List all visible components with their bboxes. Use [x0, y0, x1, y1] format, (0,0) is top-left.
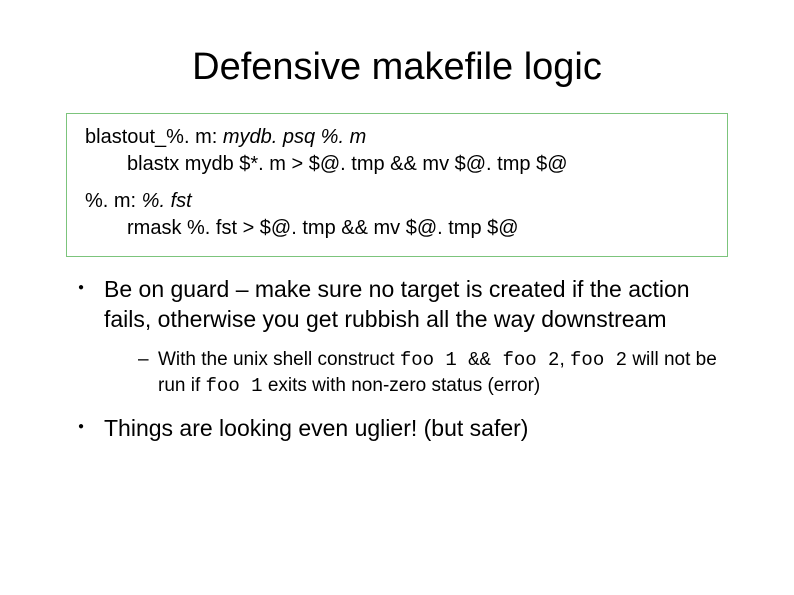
rule2-cmd-a: rmask %. fst: [127, 217, 237, 239]
outer-list: Be on guard – make sure no target is cre…: [78, 275, 734, 444]
rule1-cmd-b: > $@. tmp && mv $@. tmp $@: [286, 153, 568, 175]
sub-code-2: foo 2: [570, 349, 627, 371]
sub-bullet-1: With the unix shell construct foo 1 && f…: [138, 347, 734, 400]
rule2-cmd-b: > $@. tmp && mv $@. tmp $@: [237, 217, 519, 239]
sub-pre: With the unix shell construct: [158, 349, 400, 370]
sub-code-1: foo 1 && foo 2: [400, 349, 560, 371]
sub-mid1: ,: [559, 349, 570, 370]
bullet-content: Be on guard – make sure no target is cre…: [78, 275, 734, 444]
slide-title: Defensive makefile logic: [0, 0, 794, 103]
spacer: [85, 178, 713, 188]
rule-1-command: blastx mydb $*. m > $@. tmp && mv $@. tm…: [85, 151, 713, 178]
rule-2-target: %. m: %. fst: [85, 188, 713, 215]
rule1-prereqs: mydb. psq %. m: [217, 126, 366, 148]
rule1-target-name: blastout_%. m:: [85, 126, 217, 148]
sub-post: exits with non-zero status (error): [263, 375, 541, 396]
bullet-2-text: Things are looking even uglier! (but saf…: [104, 415, 528, 441]
bullet-1: Be on guard – make sure no target is cre…: [78, 275, 734, 400]
rule2-prereqs: %. fst: [136, 190, 192, 212]
makefile-code-box: blastout_%. m: mydb. psq %. m blastx myd…: [66, 113, 728, 257]
inner-list: With the unix shell construct foo 1 && f…: [138, 347, 734, 400]
sub-code-3: foo 1: [206, 375, 263, 397]
slide: Defensive makefile logic blastout_%. m: …: [0, 0, 794, 595]
bullet-1-text: Be on guard – make sure no target is cre…: [104, 276, 690, 332]
bullet-2: Things are looking even uglier! (but saf…: [78, 414, 734, 444]
rule-2-command: rmask %. fst > $@. tmp && mv $@. tmp $@: [85, 215, 713, 242]
rule-1-target: blastout_%. m: mydb. psq %. m: [85, 124, 713, 151]
rule1-cmd-a: blastx mydb $*. m: [127, 153, 286, 175]
rule2-target-name: %. m:: [85, 190, 136, 212]
